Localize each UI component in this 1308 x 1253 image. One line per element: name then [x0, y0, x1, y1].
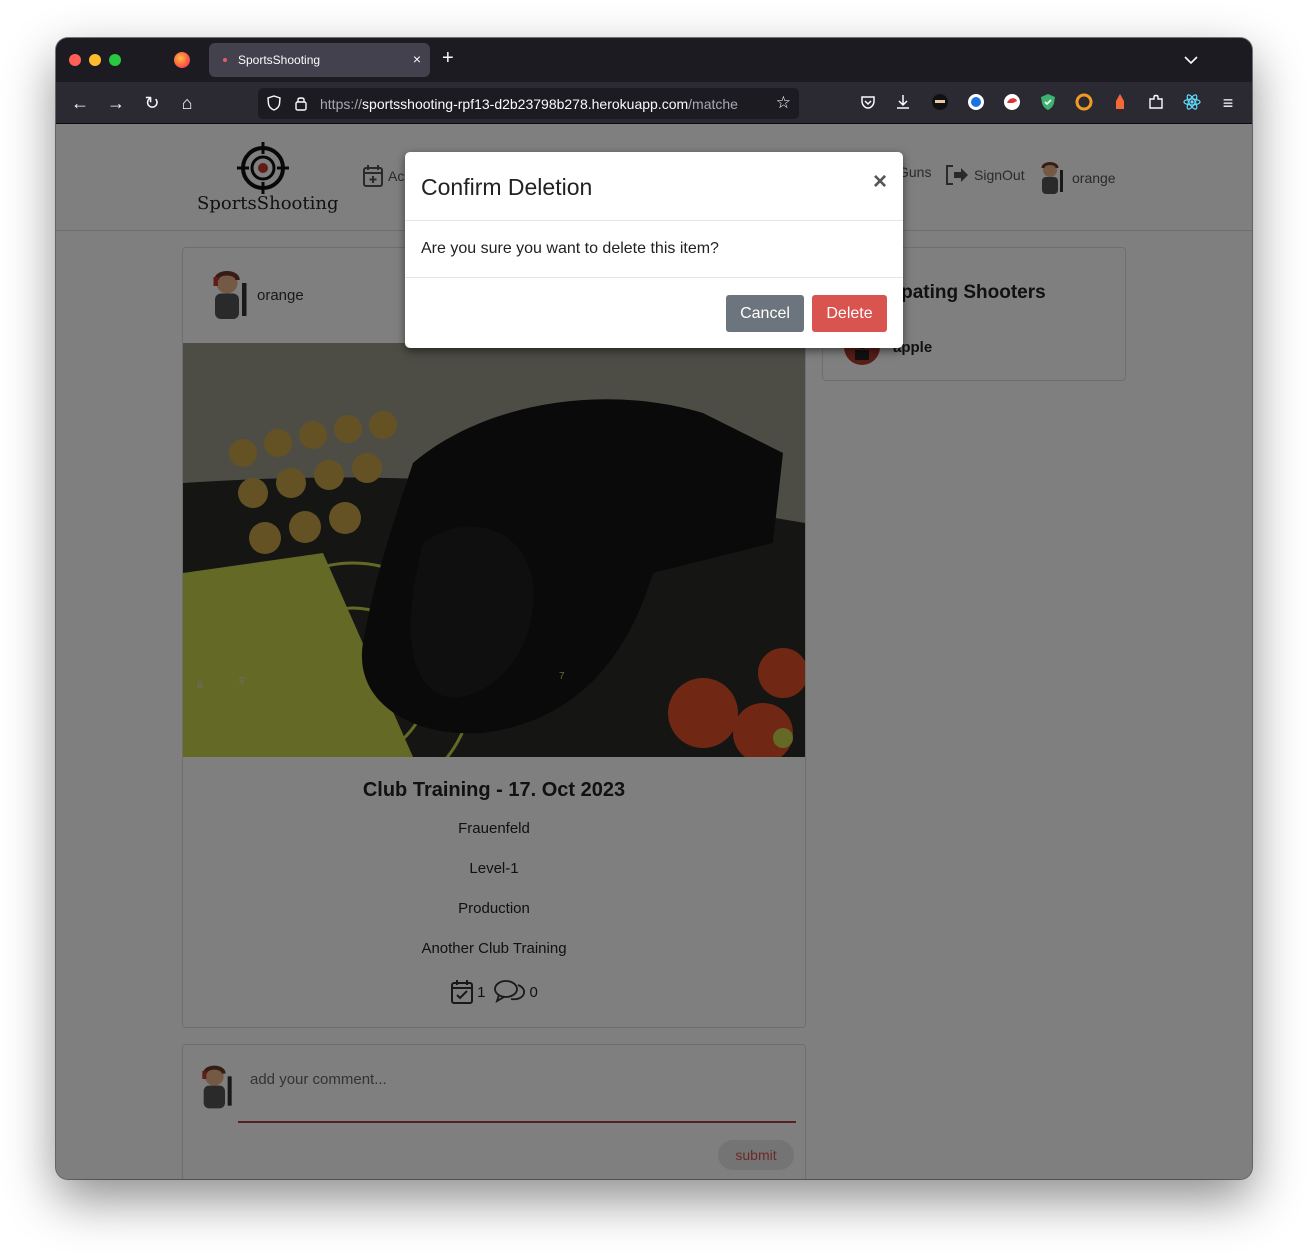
- extension-grammarly-icon[interactable]: [1075, 93, 1093, 111]
- modal-body-text: Are you sure you want to delete this ite…: [421, 240, 719, 257]
- modal-footer: Cancel Delete: [405, 277, 903, 348]
- delete-button[interactable]: Delete: [812, 295, 887, 332]
- forward-button[interactable]: →: [104, 91, 128, 115]
- lock-icon[interactable]: [294, 95, 308, 111]
- react-devtools-icon[interactable]: [1183, 93, 1201, 111]
- firefox-icon[interactable]: [174, 52, 190, 68]
- tab-title: SportsShooting: [238, 53, 321, 67]
- tab-list-icon[interactable]: [1184, 55, 1198, 65]
- modal-close-button[interactable]: ×: [873, 170, 887, 194]
- extension-ninja-icon[interactable]: [931, 93, 949, 111]
- close-window-button[interactable]: [69, 54, 81, 66]
- navigation-toolbar: ← → ↻ ⌂ https://sportsshooting-rpf13-d2b…: [56, 82, 1252, 124]
- tracking-protection-shield-icon[interactable]: [266, 95, 282, 111]
- modal-header: Confirm Deletion ×: [405, 152, 903, 221]
- new-tab-button[interactable]: +: [442, 48, 454, 68]
- url-domain: sportsshooting-rpf13-d2b23798b278.heroku…: [362, 96, 689, 112]
- url-path: /matche: [688, 96, 738, 112]
- app-menu-button[interactable]: ≡: [1216, 91, 1240, 115]
- reload-button[interactable]: ↻: [140, 91, 164, 115]
- tab-strip: SportsShooting × +: [56, 38, 1252, 82]
- url-bar[interactable]: https://sportsshooting-rpf13-d2b23798b27…: [258, 88, 799, 119]
- extension-tower-icon[interactable]: [1111, 93, 1129, 111]
- home-button[interactable]: ⌂: [175, 91, 199, 115]
- extension-translate-icon[interactable]: [967, 93, 985, 111]
- pocket-icon[interactable]: [859, 93, 877, 111]
- back-button[interactable]: ←: [68, 91, 92, 115]
- web-page: SportsShooting Ac Guns SignOut orange: [56, 124, 1252, 1179]
- minimize-window-button[interactable]: [89, 54, 101, 66]
- tab-favicon-icon: [223, 58, 227, 62]
- confirm-deletion-modal: Confirm Deletion × Are you sure you want…: [405, 152, 903, 348]
- extension-shield-icon[interactable]: [1039, 93, 1057, 111]
- extensions-puzzle-icon[interactable]: [1147, 93, 1165, 111]
- bookmark-star-icon[interactable]: ☆: [776, 93, 791, 113]
- downloads-icon[interactable]: [894, 93, 912, 111]
- maximize-window-button[interactable]: [109, 54, 121, 66]
- url-scheme: https://: [320, 96, 363, 112]
- browser-window: SportsShooting × + ← → ↻ ⌂ https://sport…: [56, 38, 1252, 1179]
- modal-title: Confirm Deletion: [421, 174, 593, 200]
- cancel-button[interactable]: Cancel: [726, 295, 804, 332]
- tab-close-button[interactable]: ×: [413, 51, 421, 67]
- tab-sportsshooting[interactable]: SportsShooting ×: [209, 43, 430, 77]
- url-text[interactable]: https://sportsshooting-rpf13-d2b23798b27…: [320, 96, 766, 112]
- extension-bird-icon[interactable]: [1003, 93, 1021, 111]
